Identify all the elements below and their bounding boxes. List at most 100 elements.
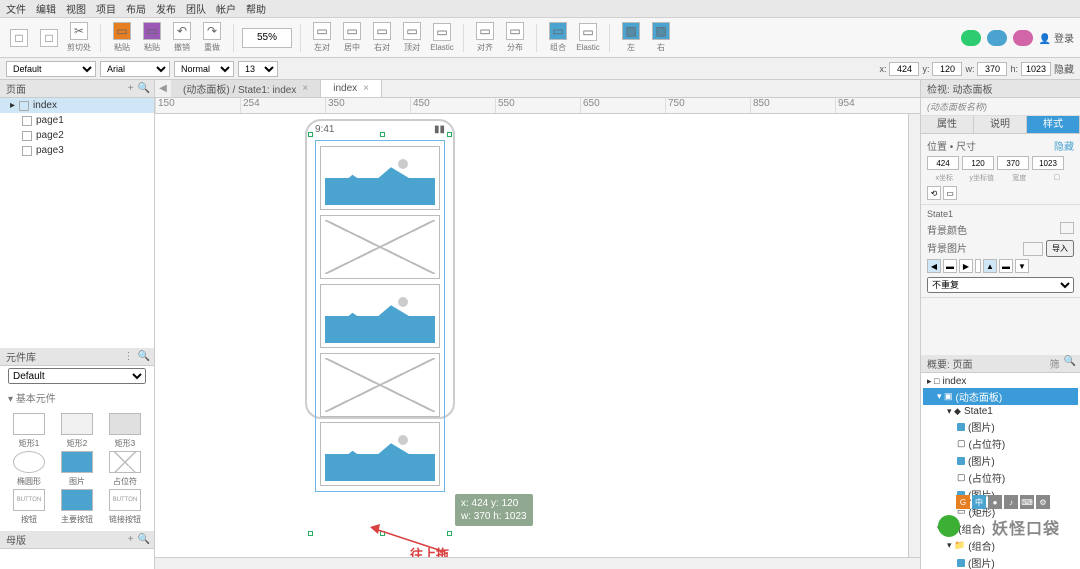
panel-image-2[interactable] (320, 284, 440, 348)
font-select[interactable]: Arial (100, 61, 170, 77)
tab-notes[interactable]: 说明 (974, 116, 1027, 133)
coord-w[interactable] (977, 62, 1007, 76)
search-icon[interactable]: 🔍 (1064, 356, 1076, 371)
ime-icon[interactable]: ♪ (1004, 495, 1018, 509)
tool-group[interactable]: ▭组合 (545, 22, 571, 53)
ime-icon[interactable]: ⚙ (1036, 495, 1050, 509)
tool-elastic2[interactable]: ▭Elastic (575, 23, 601, 52)
outline-item[interactable]: ▢ (占位符) (923, 469, 1078, 486)
align-btn[interactable]: ▬ (999, 259, 1013, 273)
tab-state[interactable]: (动态面板) / State1: index × (171, 80, 321, 97)
widget-rect1[interactable]: 矩形1 (6, 413, 52, 449)
bg-image-preview[interactable] (1023, 242, 1043, 256)
tool-cut[interactable]: ✂剪切处 (66, 22, 92, 53)
outline-item[interactable]: (图片) (923, 418, 1078, 435)
preview-icon[interactable] (961, 30, 981, 46)
menu-item[interactable]: 视图 (66, 1, 86, 16)
outline-item[interactable]: ▸ □ index (923, 375, 1078, 388)
page-item[interactable]: page1 (0, 113, 154, 128)
prop-h[interactable] (1032, 156, 1064, 170)
lib-opts-icon[interactable]: ⋮ (124, 351, 134, 362)
page-item[interactable]: page3 (0, 143, 154, 158)
publish-icon[interactable] (987, 30, 1007, 46)
page-item[interactable]: ▸ index (0, 98, 154, 113)
add-master-icon[interactable]: + (128, 534, 134, 545)
prop-w[interactable] (997, 156, 1029, 170)
menu-item[interactable]: 帐户 (216, 1, 236, 16)
close-icon[interactable]: × (302, 83, 308, 94)
outline-item[interactable]: ▢ (占位符) (923, 435, 1078, 452)
tool-new[interactable]: □ (6, 29, 32, 47)
menu-item[interactable]: 发布 (156, 1, 176, 16)
library-select[interactable]: Default (8, 368, 146, 384)
align-btn[interactable]: ▶ (959, 259, 973, 273)
align-btn[interactable]: ▲ (983, 259, 997, 273)
tool-redo[interactable]: ↷重做 (199, 22, 225, 53)
tool-paste[interactable]: ▭粘贴 (109, 22, 135, 53)
tool-align-t[interactable]: ▭顶对 (399, 22, 425, 53)
tab-properties[interactable]: 属性 (921, 116, 974, 133)
menu-item[interactable]: 布局 (126, 1, 146, 16)
login-link[interactable]: 👤 登录 (1039, 30, 1074, 45)
outline-item[interactable]: (图片) (923, 452, 1078, 469)
scrollbar-horizontal[interactable] (155, 557, 920, 569)
dynamic-panel[interactable] (315, 140, 445, 492)
widget-placeholder[interactable]: 占位符 (102, 451, 148, 487)
outline-item[interactable]: ▾ 📁 (组合) (923, 537, 1078, 554)
menu-item[interactable]: 项目 (96, 1, 116, 16)
ime-icon[interactable]: ● (988, 495, 1002, 509)
tab-style[interactable]: 样式 (1027, 116, 1080, 133)
tab-nav-left[interactable]: ◀ (155, 83, 171, 94)
outline-item[interactable]: ▾ ◆ State1 (923, 405, 1078, 418)
style-select[interactable]: Normal (174, 61, 234, 77)
widget-ellipse[interactable]: 椭圆形 (6, 451, 52, 487)
coord-y[interactable] (932, 62, 962, 76)
rotate-btn[interactable]: ⟲ (927, 186, 941, 200)
panel-image-3[interactable] (320, 422, 440, 486)
coord-x[interactable] (889, 62, 919, 76)
widget-rect2[interactable]: 矩形2 (54, 413, 100, 449)
tool-dist[interactable]: ▭分布 (502, 22, 528, 53)
coord-h[interactable] (1021, 62, 1051, 76)
tool-align-l[interactable]: ▭左对 (309, 22, 335, 53)
fill-color-picker[interactable] (1060, 222, 1074, 234)
widget-image[interactable]: 图片 (54, 451, 100, 487)
tool-open[interactable]: □ (36, 29, 62, 47)
prop-x[interactable] (927, 156, 959, 170)
filter-icon[interactable]: 筛 (1050, 356, 1060, 371)
zoom-select[interactable] (242, 28, 292, 48)
ime-icon[interactable]: 中 (972, 495, 986, 509)
tool-align-r[interactable]: ▭右对 (369, 22, 395, 53)
tool-l[interactable]: ▨左 (618, 22, 644, 53)
ime-icon[interactable]: ⌨ (1020, 495, 1034, 509)
tool-undo[interactable]: ↶撤销 (169, 22, 195, 53)
tab-index[interactable]: index × (321, 80, 382, 97)
outline-item[interactable]: (图片) (923, 554, 1078, 569)
ime-icon[interactable]: G (956, 495, 970, 509)
canvas[interactable]: 9:41▮▮ x: 424 y: 120w: 370 h: 1023 往上拖 (155, 114, 920, 569)
align-btn[interactable]: ▼ (1015, 259, 1029, 273)
menu-item[interactable]: 编辑 (36, 1, 56, 16)
hide-toggle[interactable]: 隐藏 (1054, 138, 1074, 153)
align-btn[interactable]: ◀ (927, 259, 941, 273)
tool-elastic[interactable]: ▭Elastic (429, 23, 455, 52)
panel-placeholder-1[interactable] (320, 215, 440, 279)
tool-paste2[interactable]: ▭粘贴 (139, 22, 165, 53)
tool-align[interactable]: ▭对齐 (472, 22, 498, 53)
scrollbar-vertical[interactable] (908, 114, 920, 557)
panel-placeholder-2[interactable] (320, 353, 440, 417)
align-btn[interactable]: ▬ (943, 259, 957, 273)
prop-y[interactable] (962, 156, 994, 170)
flip-btn[interactable]: ▭ (943, 186, 957, 200)
menu-item[interactable]: 团队 (186, 1, 206, 16)
search-icon[interactable]: 🔍 (138, 534, 150, 545)
widget-button[interactable]: BUTTON按钮 (6, 489, 52, 525)
size-select[interactable]: 13 (238, 61, 278, 77)
menu-item[interactable]: 帮助 (246, 1, 266, 16)
repeat-select[interactable]: 不重复 (927, 277, 1074, 293)
widget-rect3[interactable]: 矩形3 (102, 413, 148, 449)
add-page-icon[interactable]: + (128, 83, 134, 94)
preset-select[interactable]: Default (6, 61, 96, 77)
widget-primary-button[interactable]: 主要按钮 (54, 489, 100, 525)
page-item[interactable]: page2 (0, 128, 154, 143)
